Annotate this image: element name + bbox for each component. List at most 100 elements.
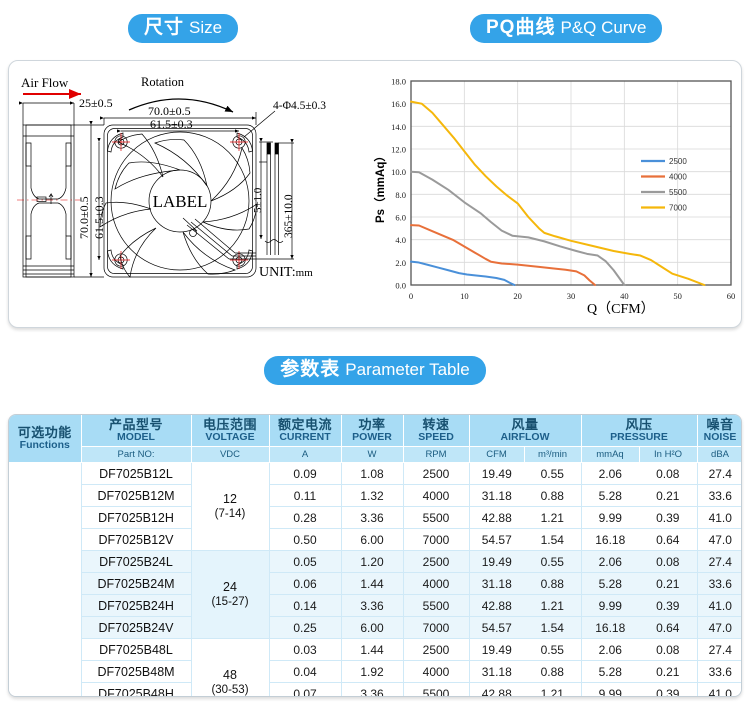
cell-noise: 33.6: [696, 484, 741, 507]
chart-xlabel: Q（CFM）: [587, 301, 655, 317]
cell-power: 1.92: [340, 660, 403, 683]
table-body: FG RD PWM RP AS IPX5 DF7025B12L 12 (7-14) 0.09 1.0…: [9, 462, 741, 696]
title-size-en: Size: [189, 18, 223, 37]
cell-model: DF7025B12V: [80, 528, 191, 551]
cell-cfm: 54.57: [468, 616, 524, 639]
cell-m3min: 1.54: [524, 616, 581, 639]
chart-ytick: 18.0: [391, 77, 406, 87]
parameter-table-panel: 可选功能 Functions 产品型号 MODEL 电压范围 VOLTAGE 额…: [8, 414, 742, 697]
table-head: 可选功能 Functions 产品型号 MODEL 电压范围 VOLTAGE 额…: [9, 415, 741, 463]
cell-current: 0.03: [268, 638, 341, 661]
cell-cfm: 31.18: [468, 660, 524, 683]
cell-inh2o: 0.39: [639, 594, 698, 617]
cell-power: 3.36: [340, 506, 403, 529]
header-model-cn: 产品型号: [108, 417, 163, 433]
cell-speed: 5500: [402, 506, 469, 529]
depth-dimension: 25±0.5: [79, 96, 113, 110]
cell-cfm: 42.88: [468, 682, 524, 696]
pq-curve-chart: 0.0 2.0 4.0 6.0 8.0 10.0 12.0 14.0 16.0 18.0 0 10 20…: [373, 77, 735, 318]
cell-m3min: 1.21: [524, 506, 581, 529]
header-noise-cn: 噪音: [706, 417, 734, 433]
cell-mmaq: 9.99: [580, 682, 639, 696]
cell-current: 0.14: [268, 594, 341, 617]
cell-m3min: 1.21: [524, 682, 581, 696]
unit-current: A: [269, 446, 342, 463]
cell-power: 1.44: [340, 572, 403, 595]
cell-current: 0.25: [268, 616, 341, 639]
cell-mmaq: 5.28: [580, 484, 639, 507]
table-row: DF7025B24H 0.14 3.36 5500 42.88 1.21 9.99 0.39 4…: [9, 594, 741, 617]
cell-mmaq: 5.28: [580, 660, 639, 683]
cell-speed: 7000: [402, 528, 469, 551]
cell-speed: 5500: [402, 594, 469, 617]
table-row: DF7025B12M 0.11 1.32 4000 31.18 0.88 5.28 0.21 3…: [9, 484, 741, 507]
cell-inh2o: 0.21: [639, 660, 698, 683]
cell-cfm: 42.88: [468, 506, 524, 529]
header-functions-en: Functions: [19, 438, 70, 451]
cell-m3min: 0.88: [524, 572, 581, 595]
chart-ytick: 10.0: [391, 167, 406, 177]
cell-noise: 27.4: [696, 462, 741, 485]
cell-m3min: 1.54: [524, 528, 581, 551]
table-row: DF7025B24V 0.25 6.00 7000 54.57 1.54 16.18 0.64…: [9, 616, 741, 639]
unit-m3min: m³/min: [524, 446, 582, 463]
chart-ytick: 4.0: [395, 235, 406, 245]
unit-cfm: CFM: [469, 446, 525, 463]
cell-current: 0.28: [268, 506, 341, 529]
title-size-cn: 尺寸: [144, 17, 185, 38]
table-row: DF7025B48M 0.04 1.92 4000 31.18 0.88 5.28 0.21 3…: [9, 660, 741, 683]
cell-model: DF7025B48L: [80, 638, 191, 661]
cell-m3min: 0.88: [524, 660, 581, 683]
cell-current: 0.05: [268, 550, 341, 573]
header-speed-cn: 转速: [422, 417, 450, 433]
air-flow-label: Air Flow: [21, 75, 69, 90]
table-row: FG RD PWM RP AS IPX5 DF7025B12L 12 (7-14) 0.09 1.0…: [9, 462, 741, 696]
cell-noise: 27.4: [696, 638, 741, 661]
cell-model: DF7025B24M: [80, 572, 191, 595]
header-speed-en: SPEED: [418, 430, 454, 443]
cell-current: 0.50: [268, 528, 341, 551]
width-outer-dimension: 70.0±0.5: [148, 104, 191, 118]
voltage-value: 12: [223, 491, 237, 506]
cell-m3min: 0.88: [524, 484, 581, 507]
cell-current: 0.09: [268, 462, 341, 485]
cell-voltage: 12 (7-14): [190, 462, 269, 551]
function-item-fg: FG: [36, 538, 54, 553]
title-pq-en: P&Q Curve: [560, 18, 647, 37]
header-pressure-cn: 风压: [625, 417, 653, 433]
header-airflow: 风量 AIRFLOW: [469, 415, 582, 447]
cell-cfm: 31.18: [468, 484, 524, 507]
header-noise-en: NOISE: [703, 430, 737, 443]
cell-noise: 41.0: [696, 506, 741, 529]
voltage-range: (15-27): [211, 596, 249, 609]
table-row: DF7025B24L 24 (15-27) 0.05 1.20 2500 19.49 0.55…: [9, 550, 741, 639]
voltage-value: 24: [223, 579, 237, 594]
cell-noise: 33.6: [696, 660, 741, 683]
unit-power: W: [341, 446, 404, 463]
table-row: DF7025B24M 0.06 1.44 4000 31.18 0.88 5.28 0.21 3…: [9, 572, 741, 595]
cell-m3min: 0.55: [524, 550, 581, 573]
cell-mmaq: 9.99: [580, 506, 639, 529]
cell-speed: 4000: [402, 572, 469, 595]
cell-model: DF7025B48H: [80, 682, 191, 696]
cell-mmaq: 5.28: [580, 572, 639, 595]
function-item-pwm: PWM: [29, 577, 61, 592]
header-power: 功率 POWER: [341, 415, 404, 447]
cell-cfm: 19.49: [468, 462, 524, 485]
cell-inh2o: 0.64: [639, 528, 698, 551]
wire-gap-dimension: 5±1.0: [252, 187, 264, 213]
chart-ytick: 16.0: [391, 99, 406, 109]
cell-current: 0.11: [268, 484, 341, 507]
chart-xtick: 30: [567, 291, 576, 301]
header-current: 额定电流 CURRENT: [269, 415, 342, 447]
header-voltage-en: VOLTAGE: [205, 430, 255, 443]
wire-length-dimension: 365±10.0: [283, 194, 295, 238]
legend-label-4000: 4000: [669, 173, 687, 182]
height-inner-dimension: 61.5±0.3: [92, 196, 106, 239]
width-inner-dimension: 61.5±0.3: [150, 117, 193, 131]
chart-xtick: 40: [620, 291, 629, 301]
table-header-row-main: 可选功能 Functions 产品型号 MODEL 电压范围 VOLTAGE 额…: [9, 415, 741, 463]
cell-noise: 33.6: [696, 572, 741, 595]
cell-mmaq: 2.06: [580, 638, 639, 661]
cell-model: DF7025B24V: [80, 616, 191, 639]
